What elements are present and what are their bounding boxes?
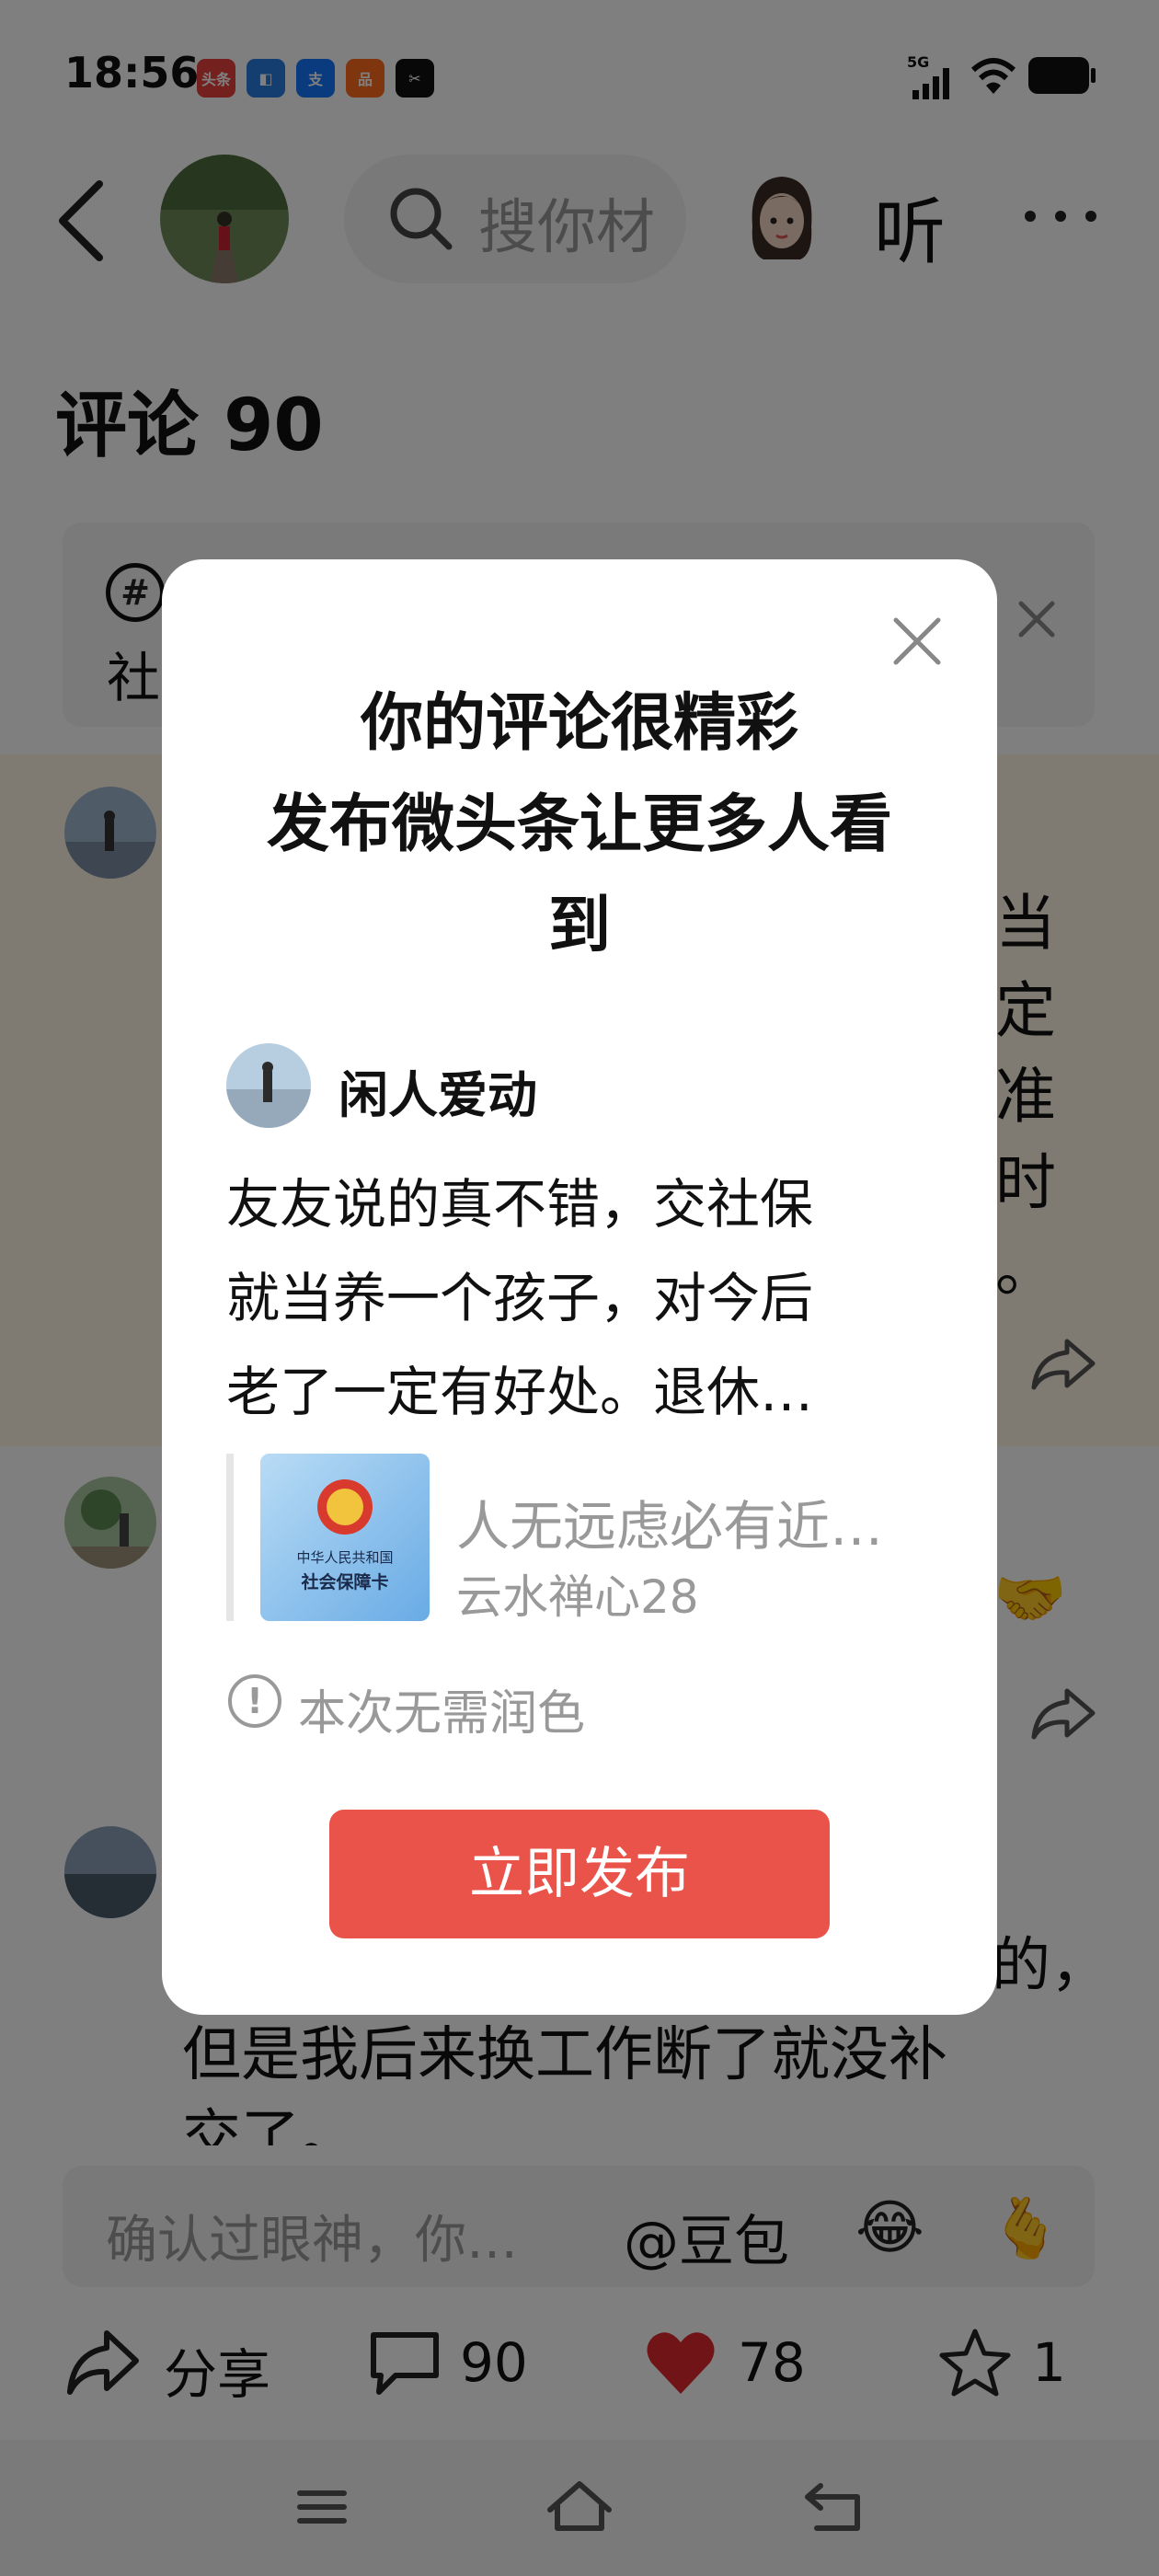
author-name: 闲人爱动 — [339, 1066, 537, 1124]
comment-body-line: 友友说的真不错，交社保 — [226, 1173, 814, 1236]
author-avatar — [226, 1043, 311, 1128]
info-icon: ! — [228, 1674, 281, 1728]
comment-body-line: 就当养一个孩子，对今后 — [226, 1267, 814, 1329]
quoted-article-author: 云水禅心28 — [456, 1570, 699, 1624]
comment-body-line: 老了一定有好处。退休… — [226, 1361, 814, 1423]
publish-button[interactable]: 立即发布 — [329, 1810, 830, 1938]
dialog-title-line: 发布微头条让更多人看 — [266, 788, 892, 861]
polish-note: 本次无需润色 — [298, 1686, 586, 1742]
quoted-article-thumbnail: 中华人民共和国 社会保障卡 — [260, 1454, 430, 1621]
dialog-title-line: 到 — [547, 890, 611, 962]
quote-divider — [226, 1454, 234, 1621]
close-icon[interactable] — [890, 615, 944, 668]
thumb-caption-1: 中华人民共和国 — [296, 1549, 393, 1566]
quoted-article-title: 人无远虑必有近… — [456, 1495, 884, 1558]
thumb-caption-2: 社会保障卡 — [300, 1571, 388, 1593]
dialog-title-line: 你的评论很精彩 — [360, 687, 798, 760]
